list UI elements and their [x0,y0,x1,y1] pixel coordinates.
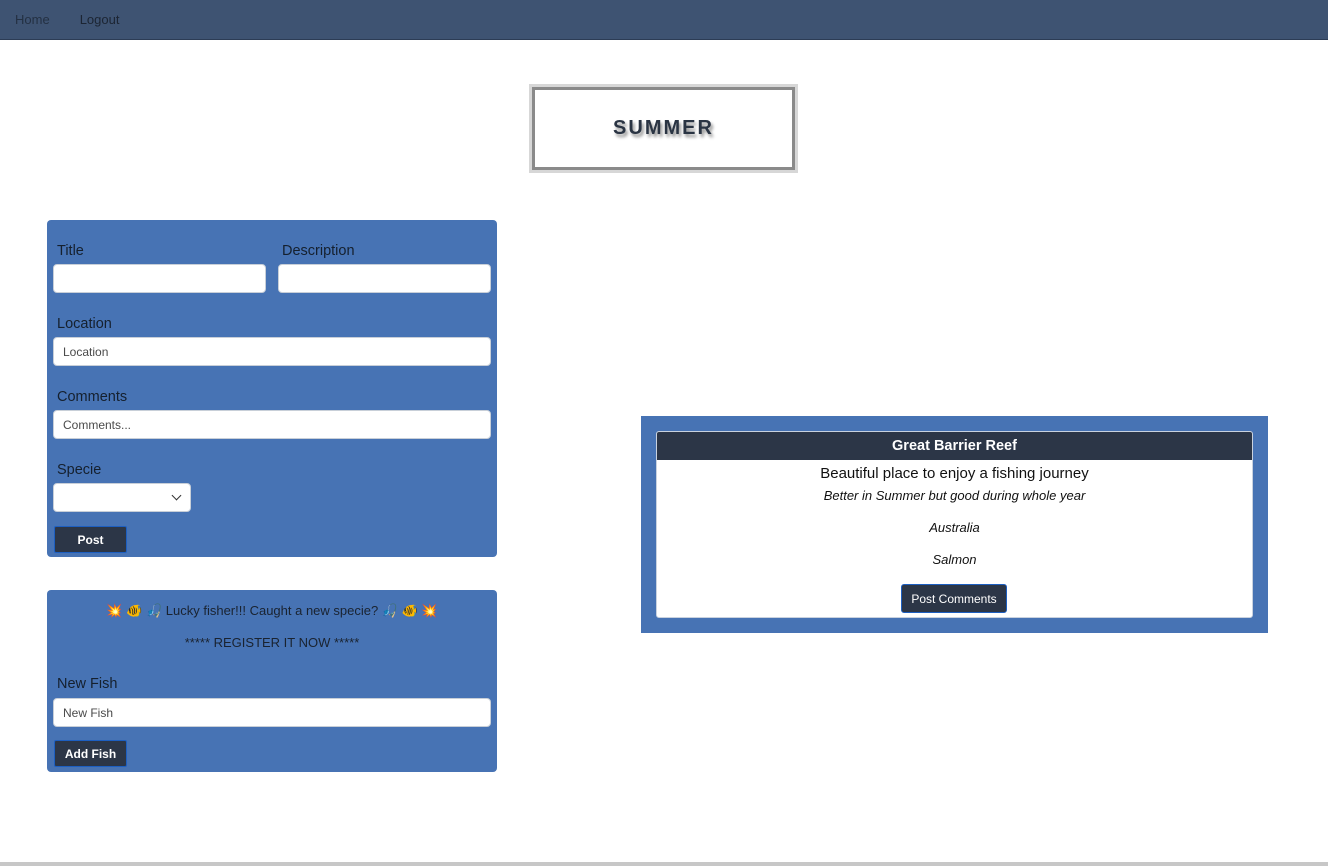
card-specie: Salmon [932,552,977,567]
post-comments-button[interactable]: Post Comments [901,584,1007,613]
specie-label: Specie [57,462,102,478]
card-title: Great Barrier Reef [657,432,1252,460]
title-label: Title [57,243,84,259]
location-input[interactable] [53,337,491,366]
page: Home Logout SUMMER Title Description Loc… [0,0,1328,866]
specie-select[interactable] [53,483,191,512]
post-form-panel: Title Description Location Comments Spec… [47,220,497,557]
location-label: Location [57,316,112,332]
season-title: SUMMER [613,117,714,139]
new-fish-input[interactable] [53,698,491,727]
register-banner: ***** REGISTER IT NOW ***** [184,635,360,650]
nav-logout-link[interactable]: Logout [80,12,120,27]
card-location: Australia [929,520,980,535]
chevron-down-icon [171,490,182,501]
location-card: Great Barrier Reef Beautiful place to en… [656,431,1253,618]
bottom-divider [0,862,1328,866]
comments-label: Comments [57,389,128,405]
location-card-container: Great Barrier Reef Beautiful place to en… [641,416,1268,633]
lucky-fisher-banner: 💥 🐠 🎣 Lucky fisher!!! Caught a new speci… [106,603,438,618]
nav-home-link[interactable]: Home [15,12,50,27]
card-description: Beautiful place to enjoy a fishing journ… [820,465,1089,482]
new-fish-panel: 💥 🐠 🎣 Lucky fisher!!! Caught a new speci… [47,590,497,772]
card-comment: Better in Summer but good during whole y… [823,488,1086,503]
post-button[interactable]: Post [54,526,127,553]
description-input[interactable] [278,264,491,293]
top-navbar: Home Logout [0,0,1328,40]
title-input[interactable] [53,264,266,293]
new-fish-label: New Fish [57,676,118,692]
comments-input[interactable] [53,410,491,439]
description-label: Description [282,243,355,259]
season-banner: SUMMER [529,84,798,173]
add-fish-button[interactable]: Add Fish [54,740,127,767]
